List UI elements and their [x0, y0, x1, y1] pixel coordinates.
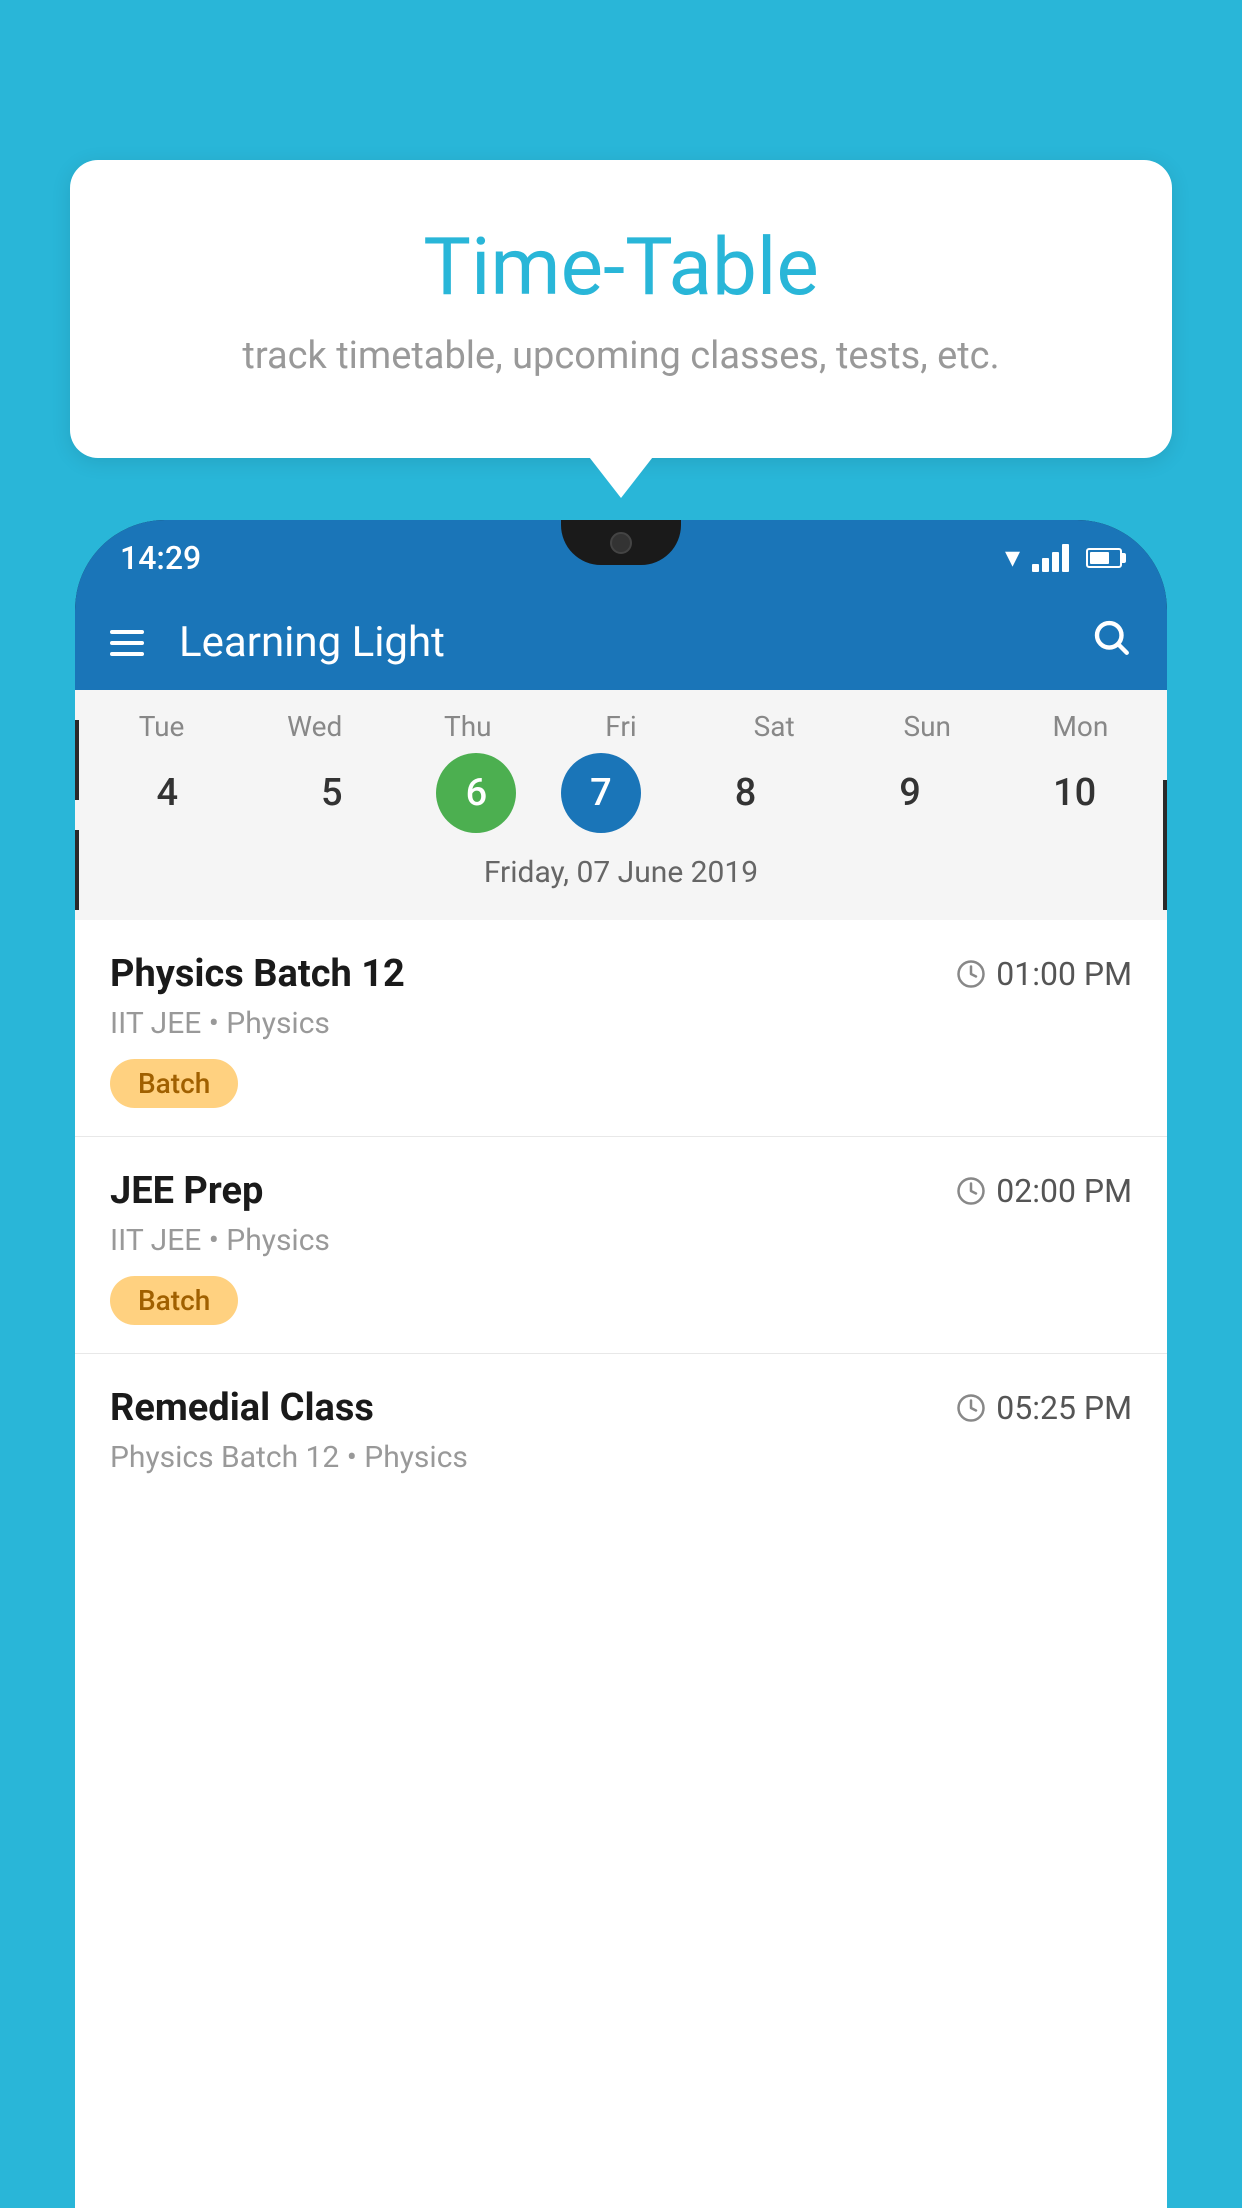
schedule-item-2-badge: Batch — [110, 1276, 238, 1325]
day-label-mon: Mon — [1020, 710, 1140, 743]
day-label-sun: Sun — [867, 710, 987, 743]
notch — [561, 520, 681, 565]
day-8[interactable]: 8 — [686, 753, 806, 833]
tooltip-card: Time-Table track timetable, upcoming cla… — [70, 160, 1172, 458]
schedule-item-3-time-text: 05:25 PM — [996, 1389, 1132, 1427]
schedule-item-3-header: Remedial Class 05:25 PM — [110, 1386, 1132, 1430]
schedule-item-2-header: JEE Prep 02:00 PM — [110, 1169, 1132, 1213]
schedule-item-1-badge: Batch — [110, 1059, 238, 1108]
tooltip-title: Time-Table — [130, 220, 1112, 314]
signal-icon — [1032, 544, 1069, 572]
app-bar: Learning Light — [75, 595, 1167, 690]
calendar-strip[interactable]: Tue Wed Thu Fri Sat Sun Mon 4 5 6 7 8 9 … — [75, 690, 1167, 920]
schedule-item-1[interactable]: Physics Batch 12 01:00 PM IIT JEE • Phys… — [75, 920, 1167, 1137]
days-header: Tue Wed Thu Fri Sat Sun Mon — [75, 710, 1167, 743]
schedule-item-3[interactable]: Remedial Class 05:25 PM Physics Batch 12… — [75, 1354, 1167, 1521]
status-time: 14:29 — [120, 539, 201, 577]
day-9[interactable]: 9 — [850, 753, 970, 833]
camera — [610, 532, 632, 554]
clock-icon-2 — [956, 1176, 986, 1206]
schedule-list: Physics Batch 12 01:00 PM IIT JEE • Phys… — [75, 920, 1167, 1521]
phone-content: Tue Wed Thu Fri Sat Sun Mon 4 5 6 7 8 9 … — [75, 690, 1167, 2208]
schedule-item-1-time-text: 01:00 PM — [996, 955, 1132, 993]
day-label-sat: Sat — [714, 710, 834, 743]
search-icon[interactable] — [1090, 616, 1132, 669]
schedule-item-2-time: 02:00 PM — [956, 1172, 1132, 1210]
power-button[interactable] — [1163, 780, 1167, 910]
day-4[interactable]: 4 — [107, 753, 227, 833]
app-title: Learning Light — [179, 618, 1090, 667]
days-numbers: 4 5 6 7 8 9 10 — [75, 753, 1167, 833]
schedule-item-1-title: Physics Batch 12 — [110, 952, 405, 996]
tooltip-subtitle: track timetable, upcoming classes, tests… — [130, 334, 1112, 378]
schedule-item-2[interactable]: JEE Prep 02:00 PM IIT JEE • Physics Batc… — [75, 1137, 1167, 1354]
clock-icon-3 — [956, 1393, 986, 1423]
schedule-item-2-time-text: 02:00 PM — [996, 1172, 1132, 1210]
phone-frame: 14:29 ▾ Learning Light — [75, 520, 1167, 2208]
volume-up-button[interactable] — [75, 720, 79, 800]
status-icons: ▾ — [1005, 540, 1122, 575]
schedule-item-1-header: Physics Batch 12 01:00 PM — [110, 952, 1132, 996]
day-5[interactable]: 5 — [272, 753, 392, 833]
schedule-item-2-title: JEE Prep — [110, 1169, 263, 1213]
day-label-fri: Fri — [561, 710, 681, 743]
battery-icon — [1086, 548, 1122, 568]
day-6-today[interactable]: 6 — [436, 753, 516, 833]
menu-icon[interactable] — [110, 630, 144, 656]
day-label-wed: Wed — [255, 710, 375, 743]
schedule-item-2-subtitle: IIT JEE • Physics — [110, 1223, 1132, 1258]
selected-date-label: Friday, 07 June 2019 — [75, 845, 1167, 910]
day-7-selected[interactable]: 7 — [561, 753, 641, 833]
schedule-item-3-time: 05:25 PM — [956, 1389, 1132, 1427]
schedule-item-3-subtitle: Physics Batch 12 • Physics — [110, 1440, 1132, 1475]
clock-icon-1 — [956, 959, 986, 989]
day-10[interactable]: 10 — [1015, 753, 1135, 833]
volume-down-button[interactable] — [75, 830, 79, 910]
day-label-thu: Thu — [408, 710, 528, 743]
schedule-item-1-time: 01:00 PM — [956, 955, 1132, 993]
schedule-item-3-title: Remedial Class — [110, 1386, 374, 1430]
status-bar: 14:29 ▾ — [75, 520, 1167, 595]
day-label-tue: Tue — [102, 710, 222, 743]
wifi-icon: ▾ — [1005, 540, 1020, 575]
schedule-item-1-subtitle: IIT JEE • Physics — [110, 1006, 1132, 1041]
